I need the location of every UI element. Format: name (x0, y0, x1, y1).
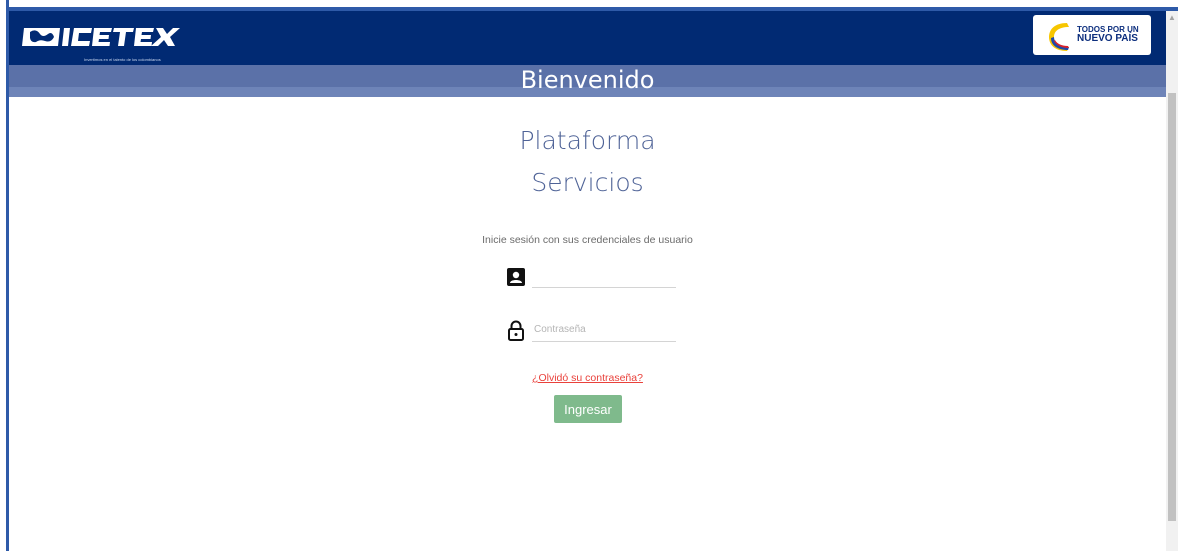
scroll-up-arrow-icon[interactable]: ▲ (1166, 11, 1178, 25)
window-left-border (0, 0, 9, 551)
scroll-thumb[interactable] (1168, 93, 1176, 521)
top-header: Invertimos en el talento de los colombia… (9, 11, 1166, 65)
icetex-logo: Invertimos en el talento de los colombia… (22, 22, 182, 62)
logo-tagline: Invertimos en el talento de los colombia… (84, 57, 161, 62)
gov-badge-line2: NUEVO PAÍS (1077, 33, 1138, 44)
lock-icon (505, 319, 527, 343)
forgot-password-link[interactable]: ¿Olvidó su contraseña? (9, 372, 1166, 384)
username-field-group (505, 263, 676, 291)
login-instructions: Inicie sesión con sus credenciales de us… (482, 234, 693, 246)
user-card-icon (505, 265, 527, 289)
vertical-scrollbar[interactable]: ▲ (1166, 11, 1178, 551)
government-badge: TODOS POR UN NUEVO PAÍS (1033, 15, 1151, 55)
login-button[interactable]: Ingresar (554, 395, 622, 423)
username-input[interactable] (532, 263, 676, 288)
page-title-line2: Servicios (531, 168, 644, 197)
welcome-text: Bienvenido (520, 66, 655, 94)
window-top-border (0, 0, 1178, 11)
password-field-group (505, 317, 676, 345)
password-input[interactable] (532, 317, 676, 342)
colombia-flag-icon (1049, 23, 1069, 51)
page-title-line1: Plataforma (519, 126, 656, 155)
welcome-banner: Bienvenido (9, 65, 1166, 97)
